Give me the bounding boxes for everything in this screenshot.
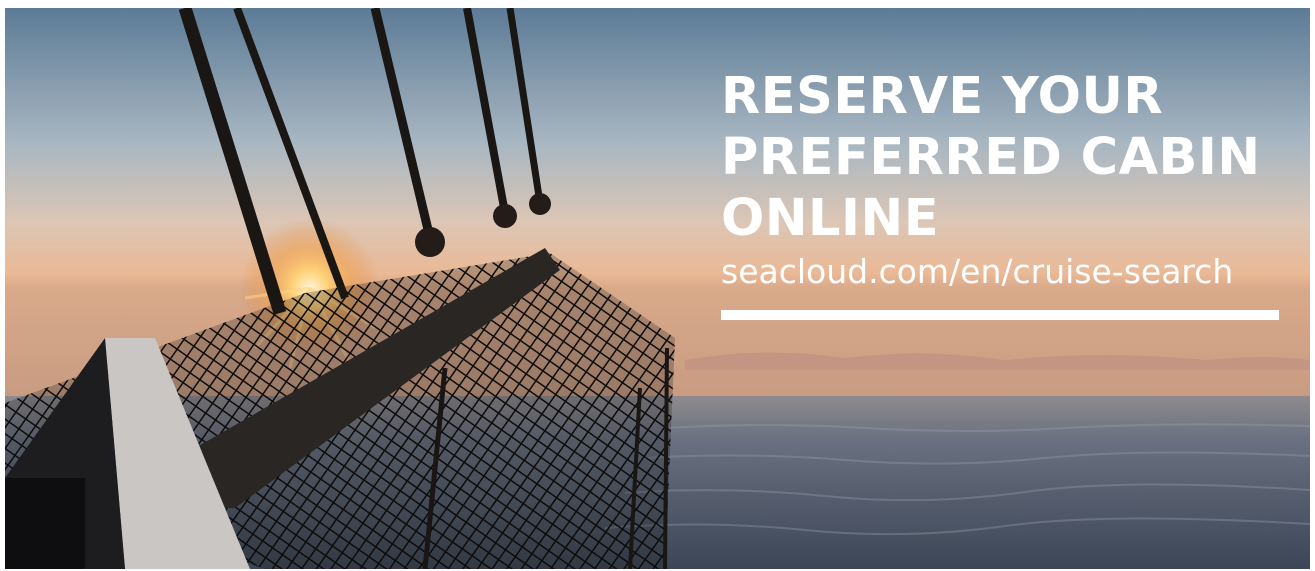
- headline-line: RESERVE YOUR: [721, 67, 1164, 126]
- headline-line: ONLINE: [721, 189, 940, 248]
- headline-line: PREFERRED CABIN: [721, 128, 1261, 187]
- banner-text: RESERVE YOUR PREFERRED CABIN ONLINE seac…: [721, 66, 1291, 320]
- hero-banner: RESERVE YOUR PREFERRED CABIN ONLINE seac…: [5, 8, 1310, 569]
- headline: RESERVE YOUR PREFERRED CABIN ONLINE: [721, 66, 1291, 249]
- deck-shadow: [5, 478, 85, 569]
- underline-bar: [721, 310, 1279, 320]
- website-url[interactable]: seacloud.com/en/cruise-search: [721, 251, 1291, 293]
